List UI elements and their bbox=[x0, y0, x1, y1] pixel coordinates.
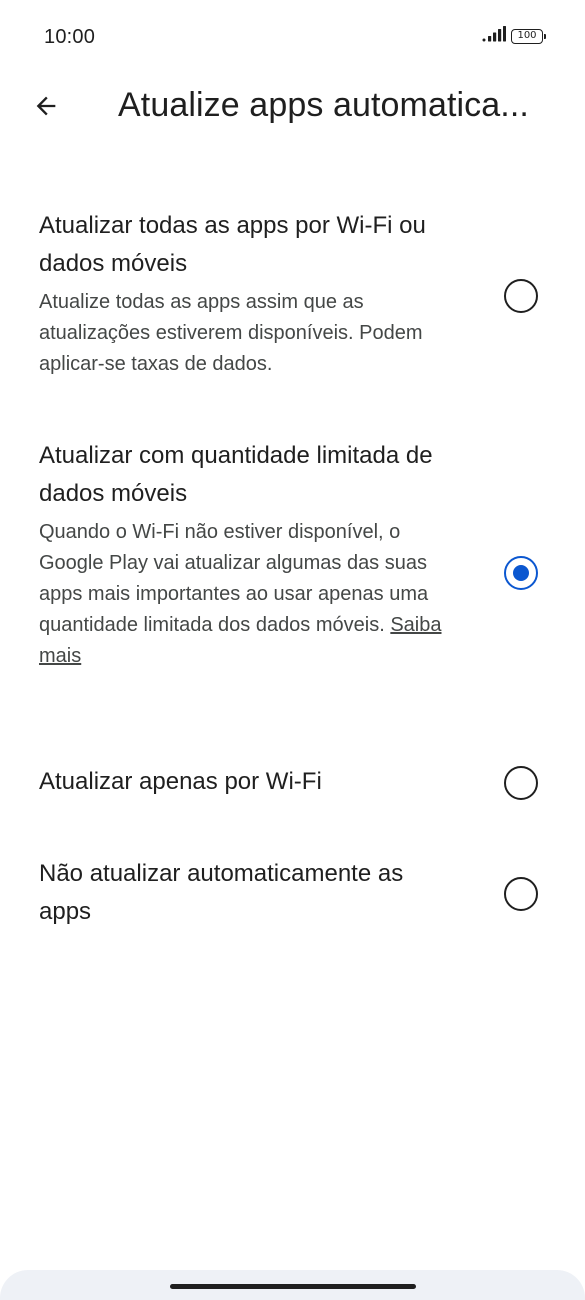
option-text: Atualizar todas as apps por Wi-Fi ou dad… bbox=[39, 207, 449, 380]
option-text: Não atualizar automaticamente as apps bbox=[39, 855, 449, 931]
signal-bars-icon bbox=[482, 26, 506, 47]
back-button[interactable] bbox=[22, 84, 70, 132]
arrow-left-icon bbox=[32, 92, 60, 125]
option-wifi-only[interactable]: Atualizar apenas por Wi-Fi bbox=[0, 763, 585, 803]
option-description: Quando o Wi-Fi não estiver disponível, o… bbox=[39, 517, 449, 672]
app-bar: Atualize apps automatica... bbox=[0, 76, 585, 140]
page-title: Atualize apps automatica... bbox=[118, 86, 529, 124]
option-title: Atualizar com quantidade limitada de dad… bbox=[39, 442, 433, 507]
option-title: Atualizar todas as apps por Wi-Fi ou dad… bbox=[39, 212, 426, 277]
status-time: 10:00 bbox=[44, 26, 96, 48]
option-title: Não atualizar automaticamente as apps bbox=[39, 860, 404, 925]
status-icons: 100 bbox=[482, 26, 546, 47]
radio-button-selected[interactable] bbox=[504, 556, 538, 590]
option-text: Atualizar apenas por Wi-Fi bbox=[39, 763, 449, 801]
option-text: Atualizar com quantidade limitada de dad… bbox=[39, 437, 449, 672]
radio-button-unselected[interactable] bbox=[504, 279, 538, 313]
navigation-bar bbox=[0, 1270, 585, 1300]
option-description: Atualize todas as apps assim que as atua… bbox=[39, 291, 423, 375]
home-indicator[interactable] bbox=[170, 1284, 416, 1289]
option-no-auto-update[interactable]: Não atualizar automaticamente as apps bbox=[0, 855, 585, 935]
option-title: Atualizar apenas por Wi-Fi bbox=[39, 768, 322, 795]
option-limited-mobile-data[interactable]: Atualizar com quantidade limitada de dad… bbox=[0, 437, 585, 717]
option-description-text: Quando o Wi-Fi não estiver disponível, o… bbox=[39, 521, 429, 636]
status-bar: 10:00 100 bbox=[0, 0, 585, 76]
radio-button-unselected[interactable] bbox=[504, 877, 538, 911]
battery-icon: 100 bbox=[511, 29, 546, 44]
radio-button-unselected[interactable] bbox=[504, 766, 538, 800]
option-all-networks[interactable]: Atualizar todas as apps por Wi-Fi ou dad… bbox=[0, 207, 585, 387]
